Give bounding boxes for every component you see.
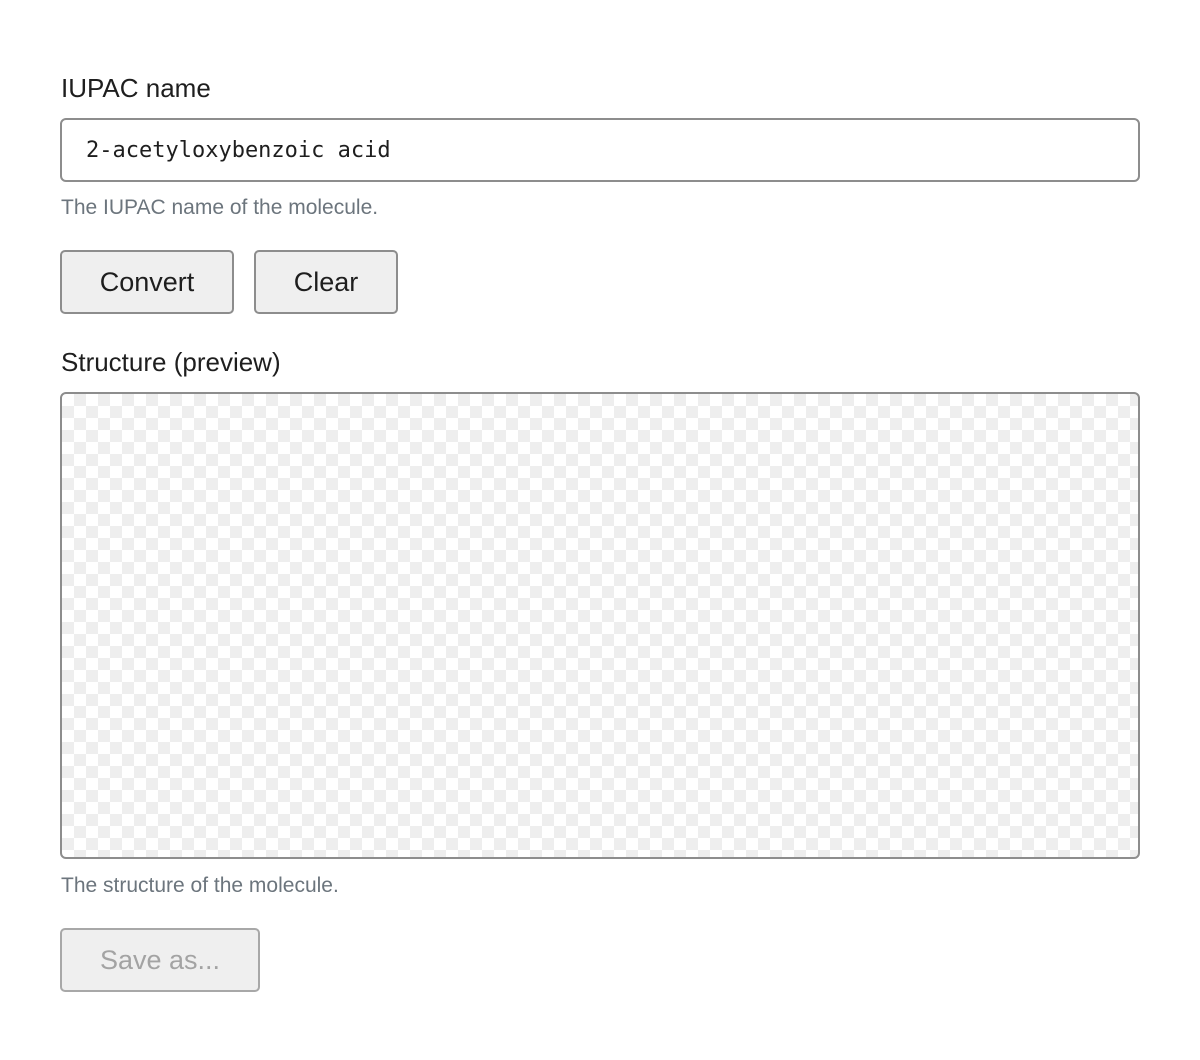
clear-button[interactable]: Clear [254, 250, 398, 314]
molecule-converter-form: IUPAC name The IUPAC name of the molecul… [0, 0, 1200, 1060]
structure-help: The structure of the molecule. [61, 874, 339, 897]
structure-preview-label: Structure (preview) [61, 347, 281, 377]
convert-button[interactable]: Convert [60, 250, 234, 314]
structure-preview-canvas [60, 392, 1140, 859]
iupac-name-help: The IUPAC name of the molecule. [61, 196, 379, 219]
save-as-button[interactable]: Save as... [60, 928, 260, 992]
iupac-name-input[interactable] [60, 118, 1140, 182]
iupac-name-label: IUPAC name [61, 73, 211, 103]
